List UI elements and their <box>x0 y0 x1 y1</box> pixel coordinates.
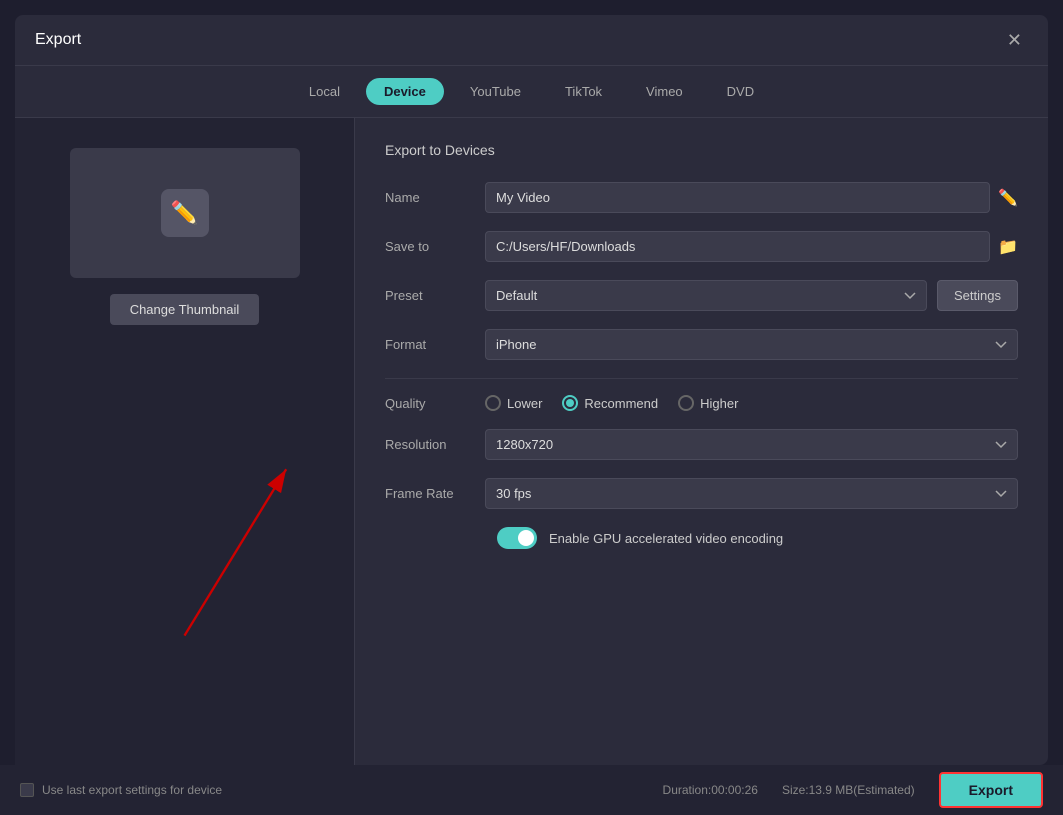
quality-higher-label: Higher <box>700 396 738 411</box>
use-last-settings-label: Use last export settings for device <box>42 783 222 797</box>
left-panel: ✏️ Change Thumbnail <box>15 118 355 765</box>
quality-lower-option[interactable]: Lower <box>485 395 542 411</box>
gpu-row: Enable GPU accelerated video encoding <box>385 527 1018 549</box>
thumbnail-icon: ✏️ <box>161 189 209 237</box>
resolution-select-wrapper: 1280x720 <box>485 429 1018 460</box>
save-to-label: Save to <box>385 239 485 254</box>
use-last-settings-checkbox[interactable] <box>20 783 34 797</box>
frame-rate-select-wrapper: 30 fps <box>485 478 1018 509</box>
tab-tiktok[interactable]: TikTok <box>547 78 620 105</box>
frame-rate-select[interactable]: 30 fps <box>485 478 1018 509</box>
export-button[interactable]: Export <box>939 772 1043 808</box>
preset-label: Preset <box>385 288 485 303</box>
quality-row: Quality Lower Recommend Higher <box>385 395 1018 411</box>
right-panel: Export to Devices Name ✏️ Save to 📁 <box>355 118 1048 765</box>
format-select-wrapper: iPhone <box>485 329 1018 360</box>
preset-field-group: Default Settings <box>485 280 1018 311</box>
frame-rate-label: Frame Rate <box>385 486 485 501</box>
tab-bar: Local Device YouTube TikTok Vimeo DVD <box>15 66 1048 118</box>
name-field-group: ✏️ <box>485 182 1018 213</box>
quality-recommend-radio[interactable] <box>562 395 578 411</box>
footer-right: Duration:00:00:26 Size:13.9 MB(Estimated… <box>663 772 1043 808</box>
quality-lower-radio[interactable] <box>485 395 501 411</box>
format-select[interactable]: iPhone <box>485 329 1018 360</box>
settings-button[interactable]: Settings <box>937 280 1018 311</box>
name-row: Name ✏️ <box>385 182 1018 213</box>
resolution-label: Resolution <box>385 437 485 452</box>
dialog-overlay: Export ✕ Local Device YouTube TikTok Vim… <box>0 0 1063 815</box>
size-info: Size:13.9 MB(Estimated) <box>782 783 915 797</box>
quality-recommend-label: Recommend <box>584 396 658 411</box>
quality-label: Quality <box>385 396 485 411</box>
dialog-content: ✏️ Change Thumbnail Export to Devices <box>15 118 1048 765</box>
tab-local[interactable]: Local <box>291 78 358 105</box>
folder-icon[interactable]: 📁 <box>998 237 1018 257</box>
duration-info: Duration:00:00:26 <box>663 783 758 797</box>
frame-rate-row: Frame Rate 30 fps <box>385 478 1018 509</box>
change-thumbnail-button[interactable]: Change Thumbnail <box>110 294 260 325</box>
save-to-row: Save to 📁 <box>385 231 1018 262</box>
footer-left: Use last export settings for device <box>20 783 222 797</box>
divider <box>385 378 1018 379</box>
dialog-title: Export <box>35 31 81 49</box>
save-to-input[interactable] <box>485 231 990 262</box>
gpu-toggle[interactable] <box>497 527 537 549</box>
tab-youtube[interactable]: YouTube <box>452 78 539 105</box>
resolution-row: Resolution 1280x720 <box>385 429 1018 460</box>
quality-higher-radio[interactable] <box>678 395 694 411</box>
preset-row: Preset Default Settings <box>385 280 1018 311</box>
quality-lower-label: Lower <box>507 396 542 411</box>
thumbnail-preview: ✏️ <box>70 148 300 278</box>
quality-higher-option[interactable]: Higher <box>678 395 738 411</box>
name-label: Name <box>385 190 485 205</box>
tab-dvd[interactable]: DVD <box>709 78 772 105</box>
save-to-field-group: 📁 <box>485 231 1018 262</box>
export-dialog: Export ✕ Local Device YouTube TikTok Vim… <box>15 15 1048 765</box>
preset-select[interactable]: Default <box>485 280 927 311</box>
preset-select-wrapper: Default <box>485 280 927 311</box>
format-label: Format <box>385 337 485 352</box>
ai-icon[interactable]: ✏️ <box>998 188 1018 208</box>
section-title: Export to Devices <box>385 142 1018 158</box>
quality-recommend-option[interactable]: Recommend <box>562 395 658 411</box>
footer: Use last export settings for device Dura… <box>0 765 1063 815</box>
quality-group: Lower Recommend Higher <box>485 395 1018 411</box>
gpu-label: Enable GPU accelerated video encoding <box>549 531 783 546</box>
tab-vimeo[interactable]: Vimeo <box>628 78 701 105</box>
resolution-select[interactable]: 1280x720 <box>485 429 1018 460</box>
name-input[interactable] <box>485 182 990 213</box>
dialog-header: Export ✕ <box>15 15 1048 66</box>
gpu-group: Enable GPU accelerated video encoding <box>497 527 1018 549</box>
close-button[interactable]: ✕ <box>1001 29 1028 51</box>
tab-device[interactable]: Device <box>366 78 444 105</box>
format-row: Format iPhone <box>385 329 1018 360</box>
